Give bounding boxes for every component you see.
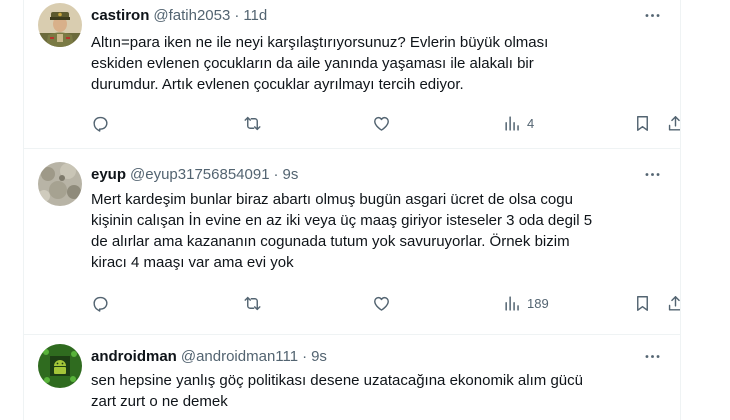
views-count: 4 (527, 115, 535, 131)
share-button[interactable] (666, 112, 680, 134)
author-name[interactable]: eyup (91, 166, 126, 183)
tweet-text-line: sen hepsine yanlış göç politikası desene… (91, 372, 583, 389)
timestamp[interactable]: 9s (283, 166, 299, 183)
tweet-text-line: eskiden evlenen çocukların da aile yanın… (91, 55, 534, 72)
bookmark-icon (637, 115, 648, 131)
avatar-androidman[interactable] (38, 344, 82, 388)
share-icon (668, 115, 680, 131)
tweet-header: eyup @eyup31756854091 · 9s (91, 163, 664, 185)
share-icon (668, 295, 680, 311)
share-button[interactable] (666, 292, 680, 314)
tweet-text-line: Mert kardeşim bunlar biraz abartı olmuş … (91, 191, 573, 208)
tweet-text-line: Altın=para iken ne ile neyi karşılaştırı… (91, 34, 549, 51)
tweet-text: Mert kardeşim bunlar biraz abartı olmuş … (91, 189, 662, 273)
action-bar: 189 (91, 292, 680, 314)
views-icon (505, 115, 519, 131)
tweet-1[interactable]: castiron @fatih2053 · 11d Altın=para ike… (24, 0, 680, 149)
views-icon (505, 295, 519, 311)
views-button[interactable]: 4 (503, 112, 534, 134)
tweet-text-line: de alırlar ama kazananın cogunada tutum … (91, 233, 570, 250)
bookmark-button[interactable] (633, 292, 652, 314)
reply-button[interactable] (91, 292, 110, 314)
tweet-text-line: durumdur. Artık evlenen çocuklar ayrılma… (91, 76, 464, 93)
tweet-header: androidman @androidman111 · 9s (91, 345, 664, 367)
avatar-castiron[interactable] (38, 3, 82, 47)
like-button[interactable] (372, 292, 391, 314)
author-name[interactable]: androidman (91, 348, 177, 365)
views-count: 189 (527, 295, 549, 311)
tweet-text: Altın=para iken ne ile neyi karşılaştırı… (91, 32, 662, 95)
bookmark-icon (637, 295, 648, 311)
more-icon[interactable] (640, 4, 664, 26)
retweet-icon (244, 296, 261, 310)
reply-icon (93, 116, 108, 132)
stone-texture-avatar-icon (38, 162, 82, 206)
tweet-2[interactable]: eyup @eyup31756854091 · 9s Mert kardeşim… (24, 149, 680, 335)
more-icon[interactable] (640, 345, 664, 367)
tweet-3[interactable]: androidman @androidman111 · 9s sen hepsi… (24, 335, 680, 420)
tweet-text-line: kişinin calışan İn evine en az iki veya … (91, 212, 593, 229)
retweet-button[interactable] (243, 292, 262, 314)
author-handle[interactable]: @fatih2053 (153, 7, 230, 24)
timestamp[interactable]: 9s (311, 348, 327, 365)
reply-icon (93, 296, 108, 312)
action-bar: 4 (91, 112, 680, 134)
avatar-eyup[interactable] (38, 162, 82, 206)
separator-dot: · (273, 165, 279, 183)
reply-button[interactable] (91, 112, 110, 134)
author-handle[interactable]: @eyup31756854091 (130, 166, 270, 183)
author-name[interactable]: castiron (91, 7, 149, 24)
retweet-icon (244, 116, 261, 130)
tweet-text: sen hepsine yanlış göç politikası desene… (91, 370, 662, 412)
more-icon[interactable] (640, 163, 664, 185)
separator-dot: · (234, 6, 240, 24)
soldier-avatar-icon (38, 3, 82, 47)
timeline: castiron @fatih2053 · 11d Altın=para ike… (23, 0, 681, 420)
separator-dot: · (302, 347, 308, 365)
timestamp[interactable]: 11d (243, 7, 267, 24)
android-avatar-icon (38, 344, 82, 388)
tweet-text-line: kiracı 4 maaşı var ama evi yok (91, 254, 294, 271)
like-button[interactable] (372, 112, 391, 134)
retweet-button[interactable] (243, 112, 262, 134)
like-icon (374, 116, 389, 131)
tweet-text-line: zart zurt o ne demek (91, 393, 228, 410)
tweet-header: castiron @fatih2053 · 11d (91, 4, 664, 26)
views-button[interactable]: 189 (503, 292, 549, 314)
like-icon (374, 296, 389, 311)
author-handle[interactable]: @androidman111 (181, 348, 298, 365)
bookmark-button[interactable] (633, 112, 652, 134)
